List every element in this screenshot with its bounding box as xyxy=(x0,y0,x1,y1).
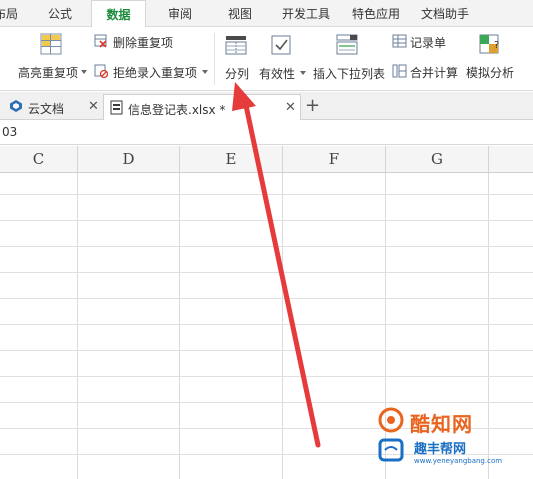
delete-dup-label: 删除重复项 xyxy=(113,36,174,50)
grid-line xyxy=(0,194,533,195)
tab-data[interactable]: 数据 xyxy=(91,0,146,28)
tab-special[interactable]: 特色应用 xyxy=(345,0,407,27)
reject-dup-icon xyxy=(94,64,108,78)
simulate-analysis-icon: ? xyxy=(479,34,499,54)
chevron-down-icon xyxy=(81,70,87,74)
consolidate-icon xyxy=(392,64,407,78)
watermark-logo-icon xyxy=(378,407,404,462)
doc-tab-file-label: 信息登记表.xlsx * xyxy=(128,103,226,117)
doc-tab-cloud[interactable]: 云文档 ✕ xyxy=(4,94,102,120)
validity-label: 有效性 xyxy=(259,67,296,81)
doc-tab-file[interactable]: 信息登记表.xlsx * ✕ xyxy=(103,94,301,120)
grid-line xyxy=(282,173,283,479)
column-header-f[interactable]: F xyxy=(283,146,386,173)
grid-line xyxy=(0,324,533,325)
new-tab-plus-icon[interactable]: + xyxy=(305,95,320,116)
column-header-e[interactable]: E xyxy=(180,146,283,173)
formula-bar: 03 xyxy=(0,121,533,145)
watermark-url: www.yeneyangbang.com xyxy=(414,457,503,465)
reject-dup-label: 拒绝录入重复项 xyxy=(113,66,198,80)
simulate-label: 模拟分析 xyxy=(466,66,515,80)
grid-line xyxy=(0,376,533,377)
cell-reference[interactable]: 03 xyxy=(2,125,17,139)
tab-developer[interactable]: 开发工具 xyxy=(276,0,336,27)
tab-view[interactable]: 视图 xyxy=(220,0,260,27)
tab-doc-assistant[interactable]: 文档助手 xyxy=(414,0,476,27)
column-header-d[interactable]: D xyxy=(78,146,180,173)
ribbon-toolbar: 高亮重复项 删除重复项 拒绝录入重复项 分列 有效性 插入下拉列表 记录单 合并… xyxy=(0,27,533,91)
watermark-brand-1: 酷知网 xyxy=(410,412,473,436)
highlight-grid-icon xyxy=(40,33,62,55)
close-icon[interactable]: ✕ xyxy=(88,99,99,114)
spreadsheet-file-icon xyxy=(110,100,123,115)
record-sheet-icon xyxy=(392,34,407,48)
record-sheet-label: 记录单 xyxy=(410,36,447,50)
doc-tab-cloud-label: 云文档 xyxy=(28,102,65,116)
column-header-next[interactable] xyxy=(489,146,533,173)
highlight-dup-label: 高亮重复项 xyxy=(18,66,79,80)
ribbon-separator xyxy=(214,33,215,85)
grid-line xyxy=(0,220,533,221)
chevron-down-icon xyxy=(202,70,208,74)
grid-line xyxy=(0,298,533,299)
watermark: 酷知网 趣丰帮网 www.yeneyangbang.com xyxy=(372,400,532,475)
document-tab-bar: 云文档 ✕ 信息登记表.xlsx * ✕ + xyxy=(0,92,533,120)
delete-dup-icon xyxy=(94,34,107,48)
column-header-c[interactable]: C xyxy=(0,146,78,173)
tab-review[interactable]: 审阅 xyxy=(160,0,200,27)
grid-line xyxy=(179,173,180,479)
column-header-g[interactable]: G xyxy=(386,146,489,173)
watermark-brand-2: 趣丰帮网 xyxy=(414,442,467,457)
grid-line xyxy=(0,350,533,351)
split-column-label: 分列 xyxy=(225,67,250,81)
consolidate-label: 合并计算 xyxy=(410,66,459,80)
svg-text:?: ? xyxy=(494,40,499,51)
dropdown-list-icon xyxy=(336,34,358,55)
split-column-icon xyxy=(225,36,247,55)
chevron-down-icon xyxy=(300,71,306,75)
validity-icon xyxy=(271,35,291,55)
grid-line xyxy=(77,173,78,479)
tab-formula[interactable]: 公式 xyxy=(40,0,80,27)
cloud-doc-icon xyxy=(10,100,22,112)
close-icon[interactable]: ✕ xyxy=(285,100,296,115)
menu-tab-bar: 布局 公式 数据 审阅 视图 开发工具 特色应用 文档助手 xyxy=(0,0,533,28)
tab-layout[interactable]: 布局 xyxy=(0,0,26,27)
insert-dropdown-label: 插入下拉列表 xyxy=(313,67,386,81)
grid-line xyxy=(0,272,533,273)
grid-line xyxy=(0,246,533,247)
